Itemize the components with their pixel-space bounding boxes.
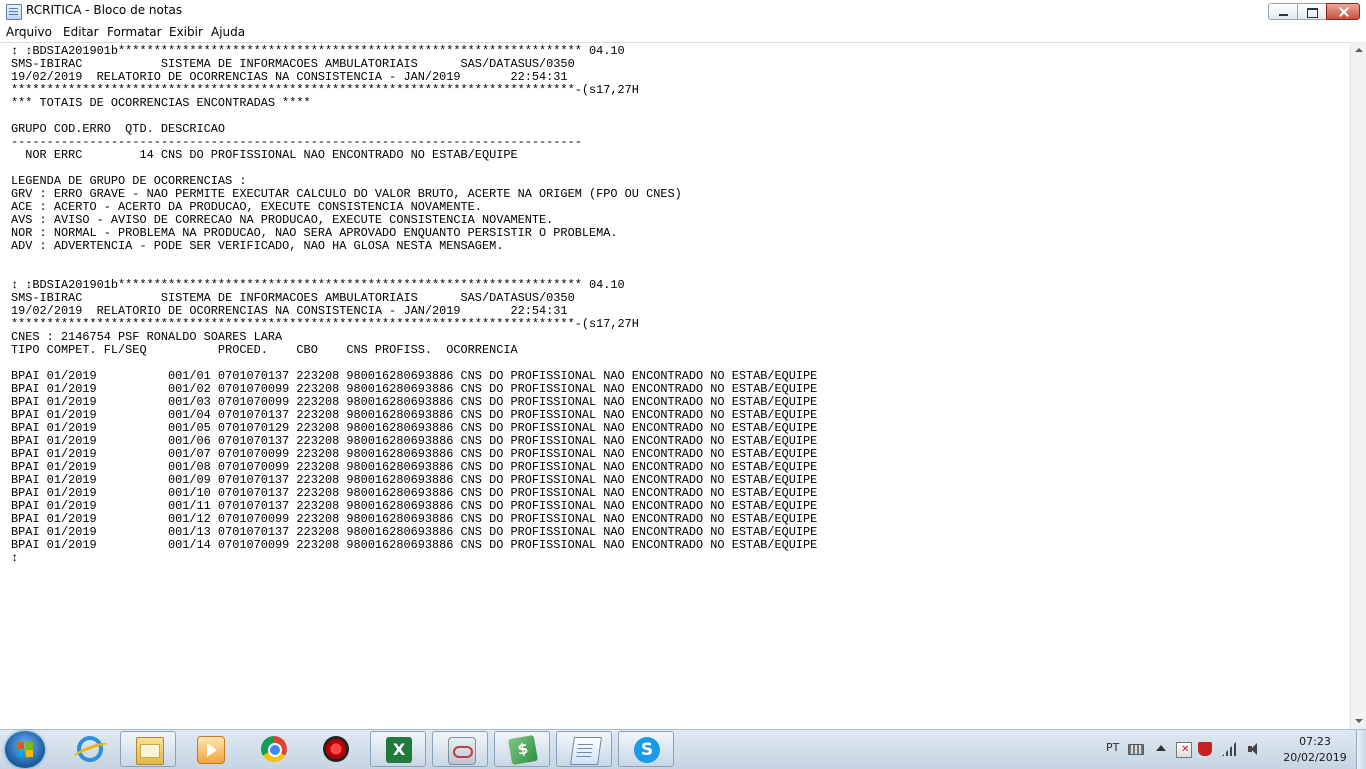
clock-date: 20/02/2019 xyxy=(1283,751,1347,764)
vertical-scrollbar[interactable] xyxy=(1350,42,1366,729)
action-center-icon[interactable] xyxy=(1176,742,1192,758)
volume-icon[interactable] xyxy=(1248,742,1262,756)
taskbar-network-app[interactable] xyxy=(432,731,488,767)
title-bar[interactable]: RCRITICA - Bloco de notas xyxy=(0,0,1366,23)
system-tray: PT 07:23 20/02/2019 xyxy=(1100,730,1366,769)
taskbar-skype[interactable] xyxy=(618,731,674,767)
money-app-icon xyxy=(507,734,539,766)
clock-time: 07:23 xyxy=(1299,735,1331,748)
window-title: RCRITICA - Bloco de notas xyxy=(26,3,183,17)
network-app-icon xyxy=(448,737,476,765)
taskbar-chrome[interactable] xyxy=(246,731,302,767)
chrome-icon xyxy=(261,736,287,762)
taskbar-media-player[interactable] xyxy=(182,731,238,767)
excel-icon xyxy=(386,737,412,763)
taskbar-notepad[interactable] xyxy=(556,731,612,767)
menu-editar[interactable]: Editar xyxy=(63,25,99,39)
document-text[interactable]: ↕ ↕BDSIA201901b*************************… xyxy=(11,45,817,565)
notepad-app-icon xyxy=(6,4,22,20)
media-player-icon xyxy=(197,736,225,764)
taskbar-excel[interactable] xyxy=(370,731,426,767)
notepad-icon xyxy=(570,737,602,765)
taskbar-ie[interactable] xyxy=(62,731,118,767)
menu-arquivo[interactable]: Arquivo xyxy=(6,25,52,39)
keyboard-icon[interactable] xyxy=(1128,744,1144,755)
minimize-button[interactable] xyxy=(1268,3,1298,20)
language-indicator[interactable]: PT xyxy=(1106,741,1119,754)
file-explorer-icon xyxy=(136,737,164,765)
clock[interactable]: 07:23 20/02/2019 xyxy=(1276,734,1354,766)
taskbar-file-explorer[interactable] xyxy=(120,731,176,767)
text-editor[interactable]: ↕ ↕BDSIA201901b*************************… xyxy=(0,42,1350,730)
close-button[interactable] xyxy=(1326,3,1360,20)
scroll-up-icon[interactable] xyxy=(1351,42,1366,58)
taskbar-money-app[interactable] xyxy=(494,731,550,767)
taskbar-red-app[interactable] xyxy=(308,731,364,767)
menu-bar: Arquivo Editar Formatar Exibir Ajuda xyxy=(0,22,1366,42)
show-hidden-icons-icon[interactable] xyxy=(1156,745,1166,751)
red-app-icon xyxy=(323,736,349,762)
menu-ajuda[interactable]: Ajuda xyxy=(211,25,245,39)
start-button[interactable] xyxy=(5,731,45,768)
show-desktop-button[interactable] xyxy=(1356,730,1366,769)
scroll-down-icon[interactable] xyxy=(1351,713,1366,729)
skype-icon xyxy=(634,737,660,763)
ie-icon xyxy=(77,736,103,762)
security-icon[interactable] xyxy=(1198,742,1212,756)
menu-formatar[interactable]: Formatar xyxy=(107,25,162,39)
menu-exibir[interactable]: Exibir xyxy=(169,25,203,39)
taskbar: PT 07:23 20/02/2019 xyxy=(0,729,1366,769)
maximize-button[interactable] xyxy=(1297,3,1327,20)
network-signal-icon[interactable] xyxy=(1222,742,1236,756)
